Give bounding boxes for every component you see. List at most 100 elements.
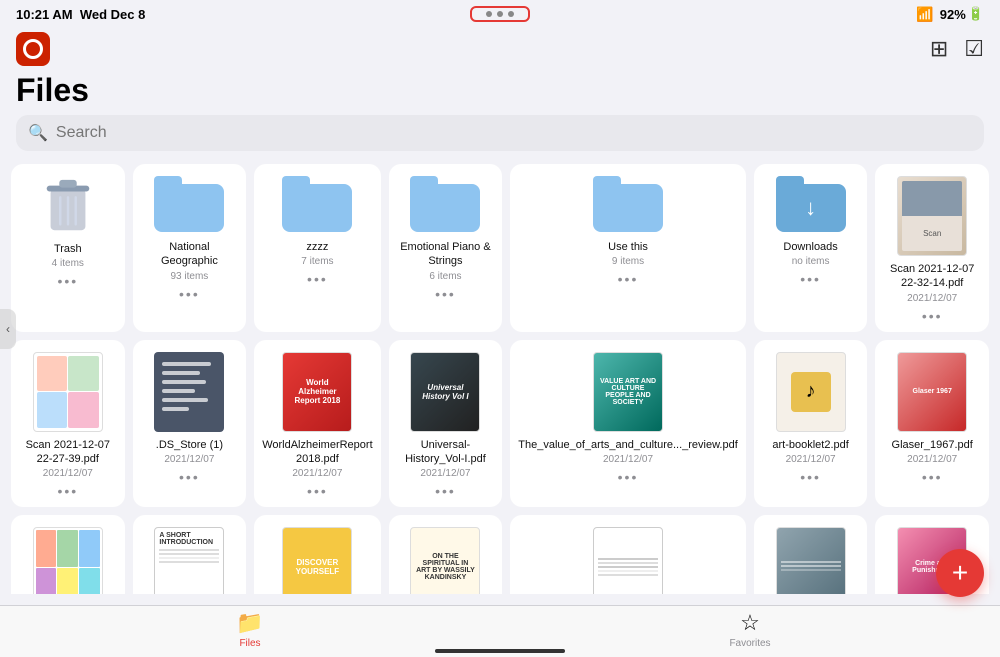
item-meta: 6 items: [429, 271, 461, 282]
item-menu[interactable]: •••: [435, 483, 456, 499]
left-arrow[interactable]: ‹: [0, 309, 16, 349]
item-meta: 2021/12/07: [603, 454, 653, 465]
wifi-icon: 📶: [916, 6, 933, 23]
file-thumbnail: VALUE ART AND CULTURE PEOPLE AND SOCIETY: [593, 352, 663, 432]
item-name: Scan 2021-12-07 22-32-14.pdf: [883, 262, 981, 291]
item-menu[interactable]: •••: [179, 469, 200, 485]
tab-files[interactable]: 📁 Files: [0, 610, 500, 649]
item-meta: 7 items: [301, 256, 333, 267]
grid-view-button[interactable]: ⊞: [930, 36, 948, 62]
status-bar: 10:21 AM Wed Dec 8 📶 92% 🔋: [0, 0, 1000, 28]
folder-trash[interactable]: Trash 4 items •••: [11, 164, 125, 332]
folder-zzzz[interactable]: zzzz 7 items •••: [254, 164, 380, 332]
add-fab-button[interactable]: +: [936, 549, 984, 597]
item-menu[interactable]: •••: [307, 271, 328, 287]
item-name: zzzz: [306, 240, 328, 254]
file-r3-5[interactable]: [510, 515, 746, 594]
item-meta: 93 items: [170, 271, 208, 282]
item-meta: no items: [792, 256, 830, 267]
file-thumbnail: DISCOVER YOURSELF: [282, 527, 352, 594]
grid-container: Trash 4 items ••• National Geographic 93…: [0, 161, 1000, 594]
item-name: Emotional Piano & Strings: [397, 240, 495, 269]
file-r3-2[interactable]: A SHORT INTRODUCTION: [133, 515, 247, 594]
file-r3-1[interactable]: [11, 515, 125, 594]
item-meta: 2021/12/07: [43, 468, 93, 479]
status-time: 10:21 AM Wed Dec 8: [16, 7, 145, 22]
file-scan2[interactable]: Scan 2021-12-07 22-27-39.pdf 2021/12/07 …: [11, 340, 125, 508]
folder-emotional-piano[interactable]: Emotional Piano & Strings 6 items •••: [389, 164, 503, 332]
folder-use-this[interactable]: Use this 9 items •••: [510, 164, 746, 332]
file-art-booklet[interactable]: ♪ art-booklet2.pdf 2021/12/07 •••: [754, 340, 868, 508]
item-name: .DS_Store (1): [156, 438, 223, 452]
search-bar[interactable]: 🔍: [16, 115, 984, 151]
select-button[interactable]: ☑: [964, 36, 984, 62]
item-menu[interactable]: •••: [57, 273, 78, 289]
file-thumbnail: Scan: [897, 176, 967, 256]
item-name: Downloads: [783, 240, 837, 254]
item-meta: 4 items: [52, 258, 84, 269]
folder-icon: [282, 176, 352, 232]
file-thumbnail: [33, 352, 103, 432]
file-thumbnail: World Alzheimer Report 2018: [282, 352, 352, 432]
item-menu[interactable]: •••: [618, 271, 639, 287]
item-meta: 2021/12/07: [164, 454, 214, 465]
item-menu[interactable]: •••: [307, 483, 328, 499]
favorites-tab-icon: ☆: [740, 610, 760, 636]
file-world-alzheimer[interactable]: World Alzheimer Report 2018 WorldAlzheim…: [254, 340, 380, 508]
file-thumbnail: Universal History Vol I: [410, 352, 480, 432]
item-meta: 2021/12/07: [420, 468, 470, 479]
item-name: The_value_of_arts_and_culture..._review.…: [518, 438, 738, 452]
item-meta: 2021/12/07: [907, 454, 957, 465]
search-container: 🔍: [0, 115, 1000, 161]
item-name: Glaser_1967.pdf: [892, 438, 973, 452]
folder-icon: [154, 176, 224, 232]
item-meta: 2021/12/07: [786, 454, 836, 465]
item-meta: 2021/12/07: [907, 293, 957, 304]
app-header: ⊞ ☑: [0, 28, 1000, 70]
file-scan1[interactable]: Scan Scan 2021-12-07 22-32-14.pdf 2021/1…: [875, 164, 989, 332]
item-menu[interactable]: •••: [800, 469, 821, 485]
item-menu[interactable]: •••: [179, 286, 200, 302]
folder-downloads[interactable]: Downloads no items •••: [754, 164, 868, 332]
status-right: 📶 92% 🔋: [916, 6, 984, 23]
trash-icon: [42, 176, 94, 236]
file-r3-4[interactable]: ON THE SPIRITUAL IN ART BY WASSILY KANDI…: [389, 515, 503, 594]
item-name: art-booklet2.pdf: [772, 438, 848, 452]
dot-2: [497, 11, 503, 17]
tab-favorites[interactable]: ☆ Favorites: [500, 610, 1000, 649]
file-ds-store[interactable]: .DS_Store (1) 2021/12/07 •••: [133, 340, 247, 508]
item-name: National Geographic: [141, 240, 239, 269]
folder-icon: [593, 176, 663, 232]
app-icon: [16, 32, 50, 66]
item-name: Trash: [54, 242, 82, 256]
file-universal-history[interactable]: Universal History Vol I Universal-Histor…: [389, 340, 503, 508]
folder-national-geographic[interactable]: National Geographic 93 items •••: [133, 164, 247, 332]
search-icon: 🔍: [28, 123, 48, 143]
item-menu[interactable]: •••: [922, 469, 943, 485]
battery-indicator: 92% 🔋: [940, 6, 984, 22]
dot-1: [486, 11, 492, 17]
favorites-tab-label: Favorites: [729, 638, 770, 649]
item-menu[interactable]: •••: [57, 483, 78, 499]
file-r3-3[interactable]: DISCOVER YOURSELF: [254, 515, 380, 594]
item-name: Scan 2021-12-07 22-27-39.pdf: [19, 438, 117, 467]
dot-3: [508, 11, 514, 17]
item-name: Universal-History_Vol-I.pdf: [397, 438, 495, 467]
files-grid: Trash 4 items ••• National Geographic 93…: [8, 161, 992, 594]
item-menu[interactable]: •••: [618, 469, 639, 485]
app-icon-inner: [23, 39, 43, 59]
item-meta: 9 items: [612, 256, 644, 267]
item-menu[interactable]: •••: [435, 286, 456, 302]
file-value-arts[interactable]: VALUE ART AND CULTURE PEOPLE AND SOCIETY…: [510, 340, 746, 508]
dots-container: [470, 6, 530, 22]
page-title-container: Files: [0, 70, 1000, 115]
item-meta: 2021/12/07: [292, 468, 342, 479]
file-thumbnail: ON THE SPIRITUAL IN ART BY WASSILY KANDI…: [410, 527, 480, 594]
search-input[interactable]: [56, 124, 972, 142]
file-glaser[interactable]: Glaser 1967 Glaser_1967.pdf 2021/12/07 •…: [875, 340, 989, 508]
header-actions: ⊞ ☑: [930, 36, 984, 62]
files-tab-label: Files: [239, 638, 260, 649]
item-menu[interactable]: •••: [800, 271, 821, 287]
item-menu[interactable]: •••: [922, 308, 943, 324]
file-r3-6[interactable]: [754, 515, 868, 594]
